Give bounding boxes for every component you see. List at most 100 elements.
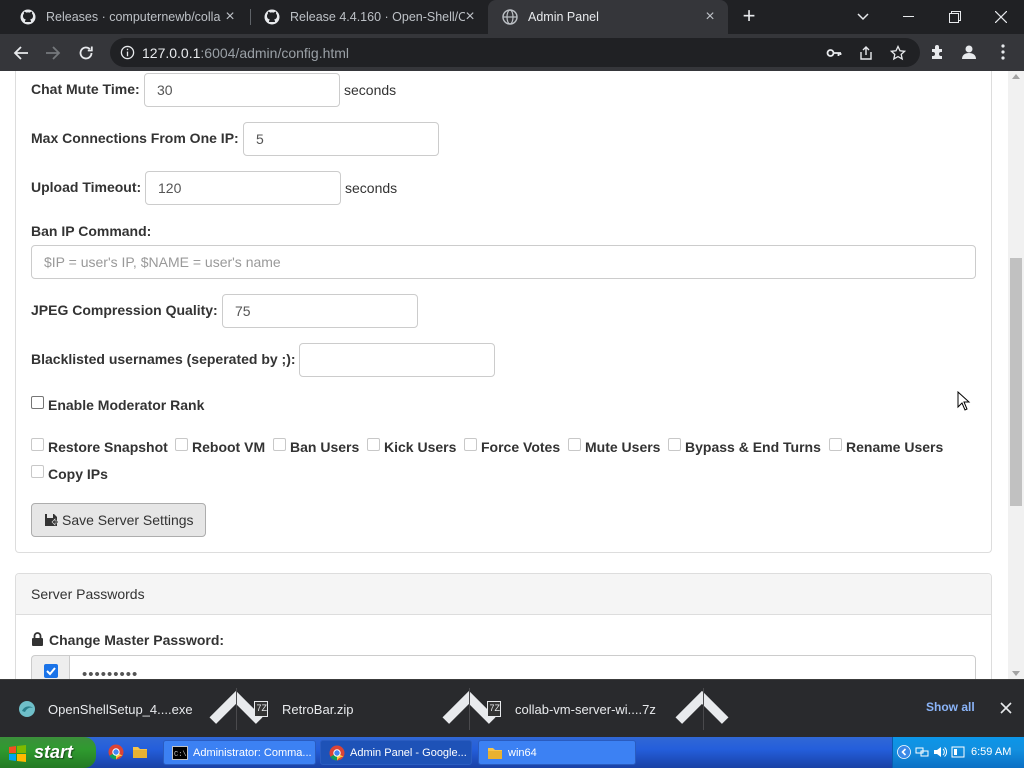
tab-title: Releases · computernewb/collab- (46, 10, 221, 24)
arrow-right-icon (46, 46, 61, 60)
volume-icon[interactable] (933, 745, 947, 759)
save-server-settings-button[interactable]: Save Server Settings (31, 503, 206, 537)
tab-search-button[interactable] (840, 0, 886, 34)
tray-expand-icon[interactable] (897, 745, 911, 759)
svg-text:7Z: 7Z (490, 703, 501, 713)
close-window-button[interactable] (978, 0, 1024, 34)
taskbar-clock[interactable]: 6:59 AM (971, 746, 1011, 758)
new-tab-button[interactable]: + (738, 5, 760, 28)
scroll-up-arrow[interactable] (1012, 74, 1020, 79)
save-icon (45, 514, 58, 526)
close-icon[interactable]: × (702, 9, 718, 25)
master-password-label: Change Master Password: (49, 632, 225, 648)
perm-copy-ips-checkbox[interactable] (31, 465, 44, 478)
scrollbar-thumb[interactable] (1010, 258, 1022, 506)
blacklist-label: Blacklisted usernames (seperated by ;): (31, 351, 296, 367)
extensions-icon[interactable] (929, 43, 947, 61)
windows-taskbar: start C:\ Administrator: Comma... Admin … (0, 737, 1024, 768)
enable-moderator-checkbox[interactable] (31, 396, 44, 409)
page-scrollbar[interactable] (1008, 71, 1024, 679)
task-label: Administrator: Comma... (193, 746, 312, 759)
perm-copy-ips-label: Copy IPs (48, 466, 108, 482)
tab-title: Release 4.4.160 · Open-Shell/Ope (290, 10, 465, 24)
start-button[interactable]: start (0, 737, 96, 768)
perm-kick-users-checkbox[interactable] (367, 438, 380, 451)
jpeg-quality-input[interactable]: 75 (222, 294, 418, 328)
perm-force-votes-checkbox[interactable] (464, 438, 477, 451)
ban-ip-input[interactable]: $IP = user's IP, $NAME = user's name (31, 245, 976, 279)
restore-icon (949, 11, 961, 23)
perm-ban-users-checkbox[interactable] (273, 438, 286, 451)
tab-release-openshell[interactable]: Release 4.4.160 · Open-Shell/Ope × (250, 0, 488, 34)
download-divider (469, 688, 470, 730)
tab-admin-panel[interactable]: Admin Panel × (488, 0, 728, 34)
close-icon[interactable]: × (462, 9, 478, 25)
chrome-icon (329, 745, 345, 760)
perm-reboot-vm-checkbox[interactable] (175, 438, 188, 451)
url-text: 127.0.0.1:6004/admin/config.html (142, 45, 349, 61)
tray-app-icon[interactable] (951, 745, 965, 759)
perm-ban-users-label: Ban Users (290, 439, 360, 455)
back-button[interactable] (8, 40, 34, 66)
github-icon (20, 9, 36, 25)
scroll-down-arrow[interactable] (1012, 671, 1020, 676)
key-icon[interactable] (826, 45, 842, 61)
chrome-icon[interactable] (108, 744, 124, 760)
profile-icon[interactable] (960, 43, 978, 61)
globe-icon (502, 9, 518, 25)
task-command-prompt[interactable]: C:\ Administrator: Comma... (163, 740, 316, 765)
close-icon[interactable]: × (222, 9, 238, 25)
system-tray: 6:59 AM (892, 737, 1024, 768)
blacklist-input[interactable] (299, 343, 495, 377)
upload-timeout-label: Upload Timeout: (31, 179, 142, 195)
task-label: Admin Panel - Google... (350, 746, 467, 759)
task-win64-folder[interactable]: win64 (478, 740, 636, 765)
menu-icon[interactable] (994, 43, 1012, 61)
chat-mute-label: Chat Mute Time: (31, 81, 140, 97)
chevron-up-icon[interactable] (673, 680, 731, 738)
perm-mute-users-checkbox[interactable] (568, 438, 581, 451)
perm-rename-users-checkbox[interactable] (829, 438, 842, 451)
perm-bypass-end-turns-label: Bypass & End Turns (685, 439, 821, 455)
network-icon[interactable] (915, 745, 929, 759)
mouse-cursor-icon (957, 391, 971, 411)
max-connections-input[interactable]: 5 (243, 122, 439, 156)
perm-restore-snapshot-checkbox[interactable] (31, 438, 44, 451)
star-icon[interactable] (890, 45, 906, 61)
master-password-input[interactable]: ••••••••• (69, 655, 976, 679)
chat-mute-input[interactable]: 30 (144, 73, 340, 107)
tab-releases-collab[interactable]: Releases · computernewb/collab- × (6, 0, 248, 34)
windows-logo-icon (9, 744, 26, 762)
svg-text:C:\: C:\ (174, 751, 187, 759)
folder-icon[interactable] (132, 744, 148, 760)
svg-text:7Z: 7Z (257, 703, 268, 713)
download-item-retrobar[interactable]: 7Z RetroBar.zip (252, 680, 354, 738)
restore-button[interactable] (932, 0, 978, 34)
forward-button[interactable] (40, 40, 66, 66)
perm-rename-users-label: Rename Users (846, 439, 944, 455)
minimize-icon (903, 16, 914, 17)
close-icon[interactable] (998, 700, 1014, 716)
address-bar[interactable]: 127.0.0.1:6004/admin/config.html (110, 38, 920, 67)
url-path: :6004/admin/config.html (200, 45, 350, 61)
share-icon[interactable] (858, 45, 874, 61)
perm-kick-users-label: Kick Users (384, 439, 457, 455)
minimize-button[interactable] (886, 0, 932, 34)
info-icon[interactable] (120, 45, 135, 60)
reload-button[interactable] (73, 40, 99, 66)
folder-icon (488, 747, 502, 759)
master-password-checkbox[interactable] (44, 664, 58, 678)
download-shelf: OpenShellSetup_4....exe 7Z RetroBar.zip … (0, 679, 1024, 737)
browser-toolbar: 127.0.0.1:6004/admin/config.html (0, 34, 1024, 71)
perm-mute-users-label: Mute Users (585, 439, 661, 455)
perm-bypass-end-turns-checkbox[interactable] (668, 438, 681, 451)
ban-ip-label: Ban IP Command: (31, 223, 152, 239)
task-admin-panel-chrome[interactable]: Admin Panel - Google... (320, 740, 472, 765)
download-item-collab-vm[interactable]: 7Z collab-vm-server-wi....7z (485, 680, 656, 738)
show-all-link[interactable]: Show all (926, 700, 975, 714)
upload-timeout-input[interactable]: 120 (145, 171, 341, 205)
url-host: 127.0.0.1 (142, 45, 201, 61)
download-item-openshell[interactable]: OpenShellSetup_4....exe (18, 680, 193, 738)
perm-reboot-vm-label: Reboot VM (192, 439, 266, 455)
close-icon (995, 11, 1007, 23)
